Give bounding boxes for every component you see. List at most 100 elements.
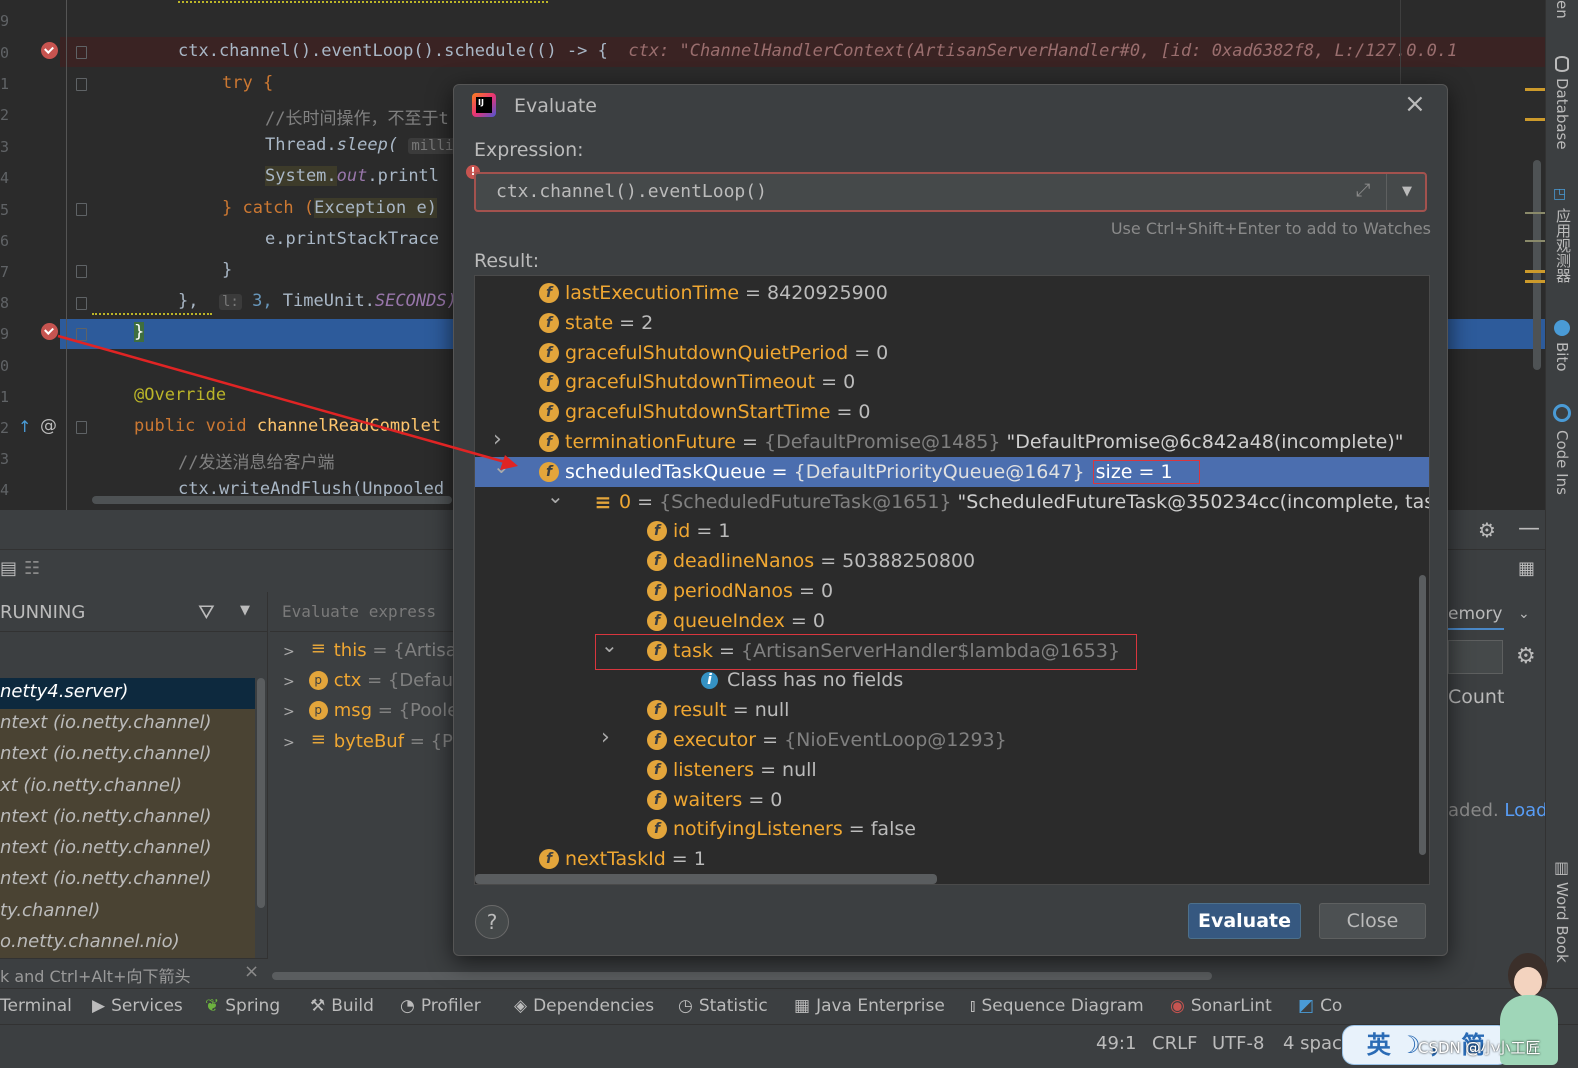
expression-value[interactable]: ctx.channel().eventLoop() <box>496 181 767 202</box>
result-scrollbar[interactable] <box>1419 575 1426 855</box>
close-icon[interactable]: × <box>1404 89 1426 119</box>
result-tree-row[interactable]: ⌄ f task = {ArtisanServerHandler$lambda@16… <box>475 633 1429 670</box>
stack-frame[interactable]: ntext (io.netty.channel) <box>0 743 212 764</box>
horizontal-scrollbar[interactable] <box>92 496 452 504</box>
error-stripe-mark[interactable] <box>1525 280 1545 283</box>
tool-window-services[interactable]: ▶ Services <box>92 996 183 1016</box>
stack-frame[interactable]: netty4.server) <box>0 681 128 702</box>
tool-window-database[interactable]: Database <box>1553 78 1571 150</box>
close-button[interactable]: Close <box>1319 903 1426 939</box>
variable-row[interactable]: > ≡ this = {Artisan <box>283 639 468 661</box>
gear-icon[interactable]: ⚙ <box>1516 644 1536 669</box>
count-column-header[interactable]: Count <box>1448 686 1504 708</box>
error-stripe-mark[interactable] <box>1525 118 1545 121</box>
evaluate-placeholder[interactable]: Evaluate express <box>282 602 436 621</box>
evaluate-bar[interactable]: Evaluate express <box>270 592 455 632</box>
tab-memory[interactable]: emory <box>1448 604 1502 624</box>
breakpoint-icon[interactable] <box>41 323 58 340</box>
layout-icon[interactable]: ▤ <box>0 558 17 579</box>
variable-row[interactable]: > p msg = {Pooled <box>283 700 470 721</box>
error-stripe-mark[interactable] <box>1525 212 1545 214</box>
stack-frame[interactable]: o.netty.channel.nio) <box>0 931 180 952</box>
result-horizontal-scrollbar[interactable] <box>475 874 937 884</box>
tool-window-sonarlint[interactable]: ◉ SonarLint <box>1170 996 1272 1016</box>
stack-frame[interactable]: ty.channel) <box>0 900 100 921</box>
tool-window-build[interactable]: ⚒ Build <box>310 996 374 1016</box>
result-tree-row[interactable]: f gracefulShutdownQuietPeriod = 0 <box>475 338 1429 368</box>
result-tree-row[interactable]: ⌄ ≡ 0 = {ScheduledFutureTask@1651} "Schedu… <box>475 484 1429 517</box>
fold-marker-icon[interactable] <box>76 328 87 341</box>
chevron-down-icon[interactable]: ⌄ <box>493 451 510 481</box>
result-tree-row[interactable]: ⌄ f scheduledTaskQueue = {DefaultPriorityQ… <box>475 454 1429 487</box>
tool-window-bito[interactable]: Bito <box>1553 342 1571 372</box>
tool-window-observer[interactable]: 应用观测器 <box>1553 208 1574 283</box>
result-tree-row[interactable]: f notifyingListeners = false <box>475 814 1429 844</box>
result-tree-row[interactable]: f gracefulShutdownTimeout = 0 <box>475 367 1429 397</box>
fold-marker-icon[interactable] <box>76 46 87 59</box>
tool-window-label[interactable]: en <box>1553 0 1571 19</box>
filter-icon[interactable]: ⛛ <box>198 600 215 624</box>
caret-position[interactable]: 49:1 <box>1096 1033 1136 1054</box>
chevron-right-icon[interactable]: › <box>601 723 610 753</box>
observer-icon[interactable]: ◳ <box>1553 186 1566 202</box>
stack-frame[interactable]: ntext (io.netty.channel) <box>0 806 212 827</box>
tool-window-profiler[interactable]: ◔ Profiler <box>400 996 481 1016</box>
code-insight-icon[interactable] <box>1553 404 1571 422</box>
tool-window-statistic[interactable]: ◷ Statistic <box>678 996 768 1016</box>
chevron-right-icon[interactable]: > <box>283 674 295 690</box>
tool-window-code[interactable]: ◩ Co <box>1298 996 1342 1016</box>
memory-search-input[interactable] <box>1448 640 1503 674</box>
tool-window-dependencies[interactable]: ◈ Dependencies <box>514 996 654 1016</box>
close-icon[interactable]: × <box>244 961 259 982</box>
chevron-down-icon[interactable]: ⌄ <box>547 481 564 511</box>
fold-marker-icon[interactable] <box>76 265 87 278</box>
stack-frame[interactable]: ntext (io.netty.channel) <box>0 837 212 858</box>
result-tree-row[interactable]: › f executor = {NioEventLoop@1293} <box>475 725 1429 755</box>
fold-marker-icon[interactable] <box>76 421 87 434</box>
tool-window-word-book[interactable]: Word Book <box>1553 882 1571 963</box>
result-tree-row[interactable]: f nextTaskId = 1 <box>475 844 1429 874</box>
load-link[interactable]: Load <box>1504 800 1547 821</box>
evaluate-button[interactable]: Evaluate <box>1188 903 1301 939</box>
chevron-right-icon[interactable]: > <box>283 644 295 660</box>
chevron-right-icon[interactable]: > <box>283 704 295 720</box>
result-tree-row[interactable]: f waiters = 0 <box>475 785 1429 815</box>
bito-icon[interactable] <box>1554 320 1570 336</box>
chevron-down-icon[interactable]: ▼ <box>240 603 250 618</box>
error-stripe-mark[interactable] <box>1525 88 1545 91</box>
expand-icon[interactable]: ⤢ <box>1356 180 1370 201</box>
result-tree-row[interactable]: f gracefulShutdownStartTime = 0 <box>475 397 1429 427</box>
annotation-icon[interactable]: @ <box>40 416 57 436</box>
tool-window-spring[interactable]: ❦ Spring <box>205 996 280 1016</box>
result-tree-row[interactable]: f result = null <box>475 695 1429 725</box>
result-tree-row[interactable]: f deadlineNanos = 50388250800 <box>475 546 1429 576</box>
tool-window-sequence-diagram[interactable]: ⫾ Sequence Diagram <box>970 996 1144 1016</box>
chevron-right-icon[interactable]: > <box>283 735 295 751</box>
result-tree-row[interactable]: f state = 2 <box>475 308 1429 338</box>
stack-frame[interactable]: ntext (io.netty.channel) <box>0 712 212 733</box>
fold-marker-icon[interactable] <box>76 203 87 216</box>
vertical-scrollbar[interactable] <box>1533 160 1541 370</box>
frames-scrollbar[interactable] <box>257 678 265 908</box>
gear-icon[interactable]: ⚙ <box>1478 518 1496 542</box>
stack-frame[interactable]: xt (io.netty.channel) <box>0 775 182 796</box>
chevron-down-icon[interactable]: ▼ <box>1402 184 1412 199</box>
result-tree-row[interactable]: › f terminationFuture = {DefaultPromise@14… <box>475 427 1429 457</box>
error-stripe-mark[interactable] <box>1525 240 1545 242</box>
word-book-icon[interactable]: ▥ <box>1554 858 1569 877</box>
database-icon[interactable] <box>1555 56 1569 72</box>
result-tree-row[interactable]: f listeners = null <box>475 755 1429 785</box>
expression-input[interactable]: ctx.channel().eventLoop() ⤢ ▼ <box>474 172 1427 212</box>
restore-layout-icon[interactable]: ☷ <box>24 558 40 579</box>
fold-marker-icon[interactable] <box>76 78 87 91</box>
layout-settings-icon[interactable]: ▦ <box>1518 558 1535 579</box>
stack-frame[interactable]: ntext (io.netty.channel) <box>0 868 212 889</box>
error-stripe-mark[interactable] <box>1525 270 1545 273</box>
variable-row[interactable]: > p ctx = {Default <box>283 670 465 691</box>
result-tree-row[interactable]: f queueIndex = 0 <box>475 606 1429 636</box>
result-tree-row[interactable]: f periodNanos = 0 <box>475 576 1429 606</box>
result-tree-row[interactable]: f lastExecutionTime = 8420925900 <box>475 278 1429 308</box>
breakpoint-icon[interactable] <box>41 42 58 59</box>
result-tree[interactable]: f lastExecutionTime = 8420925900 f state = … <box>474 275 1430 885</box>
result-tree-row[interactable]: f id = 1 <box>475 516 1429 546</box>
